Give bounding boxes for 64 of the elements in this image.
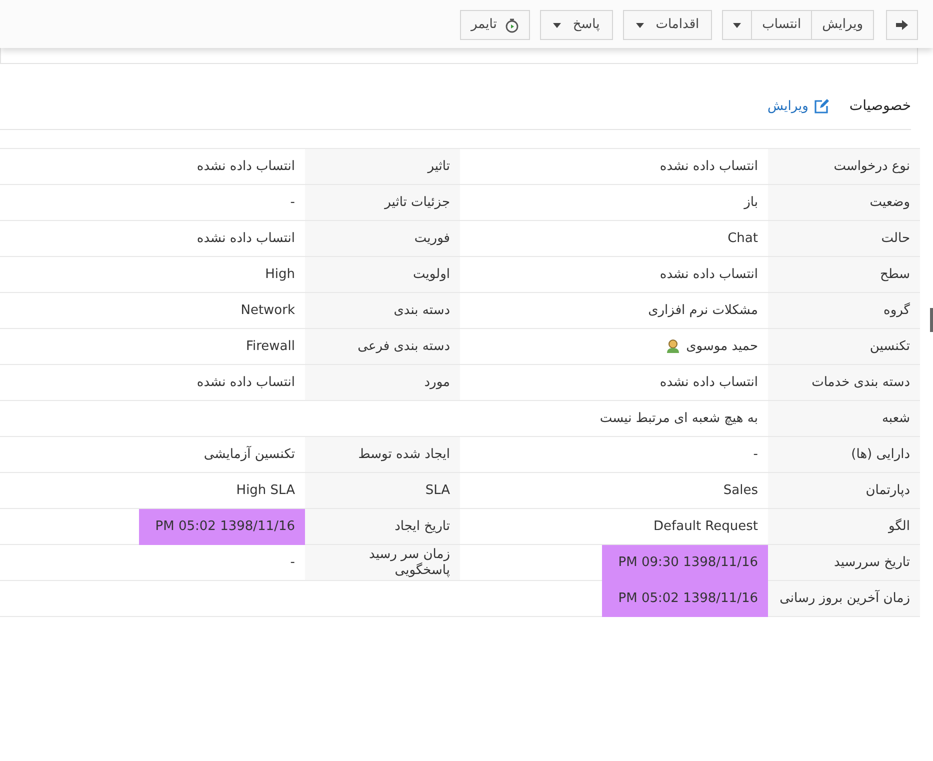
field-value: انتساب داده نشده bbox=[196, 158, 296, 176]
field-label: تاثیر bbox=[305, 149, 460, 184]
toolbar-button[interactable]: ویرایش bbox=[812, 10, 874, 40]
field-value: Sales bbox=[722, 482, 759, 500]
caret-icon bbox=[733, 22, 742, 28]
field-label: زمان آخرین بروز رسانی bbox=[768, 581, 920, 616]
toolbar-button[interactable]: انتساب bbox=[751, 10, 812, 40]
field-label: دسته بندی bbox=[305, 293, 460, 328]
timer-button[interactable]: تایمر bbox=[460, 10, 530, 40]
field-label: ایجاد شده توسط bbox=[305, 437, 460, 472]
section-title: خصوصیات bbox=[849, 97, 911, 116]
field-label: حالت bbox=[768, 221, 920, 256]
field-value: - bbox=[289, 554, 296, 572]
scroll-handle[interactable] bbox=[930, 308, 933, 332]
field-label: مورد bbox=[305, 365, 460, 400]
field-label: جزئیات تاثیر bbox=[305, 185, 460, 220]
field-value: انتساب داده نشده bbox=[658, 374, 759, 392]
field-value: تکنسین آزمایشی bbox=[202, 444, 296, 464]
field-value: انتساب داده نشده bbox=[658, 266, 759, 284]
back-button[interactable] bbox=[886, 10, 918, 40]
field-label: زمان سر رسید پاسخگویی bbox=[305, 545, 460, 580]
field-value: باز bbox=[742, 194, 759, 212]
edit-link[interactable]: ویرایش bbox=[768, 96, 830, 116]
field-value: Network bbox=[240, 302, 296, 320]
field-label: دسته بندی فرعی bbox=[305, 329, 460, 364]
field-value: به هیچ شعبه ای مرتبط نیست bbox=[598, 410, 759, 428]
field-value: High SLA bbox=[235, 482, 296, 500]
dropdown-button[interactable]: پاسخ bbox=[540, 10, 613, 40]
field-value: مشکلات نرم افزاری bbox=[647, 302, 759, 320]
field-label: تاریخ ایجاد bbox=[305, 509, 460, 544]
field-value: Firewall bbox=[244, 338, 296, 356]
field-label: دپارتمان bbox=[768, 473, 920, 508]
field-value: High bbox=[264, 266, 296, 284]
dropdown-button[interactable] bbox=[722, 10, 752, 40]
field-label: دسته بندی خدمات bbox=[768, 365, 920, 400]
edit-icon bbox=[814, 99, 830, 114]
field-label: SLA bbox=[305, 473, 460, 508]
field-label: سطح bbox=[768, 257, 920, 292]
field-value: حمید موسوی bbox=[656, 328, 768, 364]
field-label: وضعیت bbox=[768, 185, 920, 220]
field-label: تکنسین bbox=[768, 329, 920, 364]
field-value: - bbox=[289, 194, 296, 212]
arrow-right-icon bbox=[896, 20, 908, 30]
field-value: انتساب داده نشده bbox=[658, 158, 759, 176]
field-label: الگو bbox=[768, 509, 920, 544]
field-value: انتساب داده نشده bbox=[196, 230, 296, 248]
field-label: فوریت bbox=[305, 221, 460, 256]
field-value: PM 09:30 1398/11/16 bbox=[602, 544, 768, 580]
timer-icon bbox=[504, 18, 519, 32]
field-label: گروه bbox=[768, 293, 920, 328]
field-label: تاریخ سررسید bbox=[768, 545, 920, 580]
field-value: Chat bbox=[726, 230, 759, 248]
field-label: شعبه bbox=[768, 401, 920, 436]
field-value: - bbox=[752, 446, 759, 464]
field-label: اولویت bbox=[305, 257, 460, 292]
field-value: PM 05:02 1398/11/16 bbox=[602, 580, 768, 616]
dropdown-button[interactable]: اقدامات bbox=[622, 10, 712, 40]
field-label: نوع درخواست bbox=[768, 149, 920, 184]
field-value: PM 05:02 1398/11/16 bbox=[139, 508, 305, 544]
caret-icon bbox=[636, 22, 644, 28]
field-value: Default Request bbox=[652, 518, 759, 536]
caret-icon bbox=[552, 22, 561, 28]
field-label: دارایی (ها) bbox=[768, 437, 920, 472]
field-value: انتساب داده نشده bbox=[196, 374, 296, 392]
